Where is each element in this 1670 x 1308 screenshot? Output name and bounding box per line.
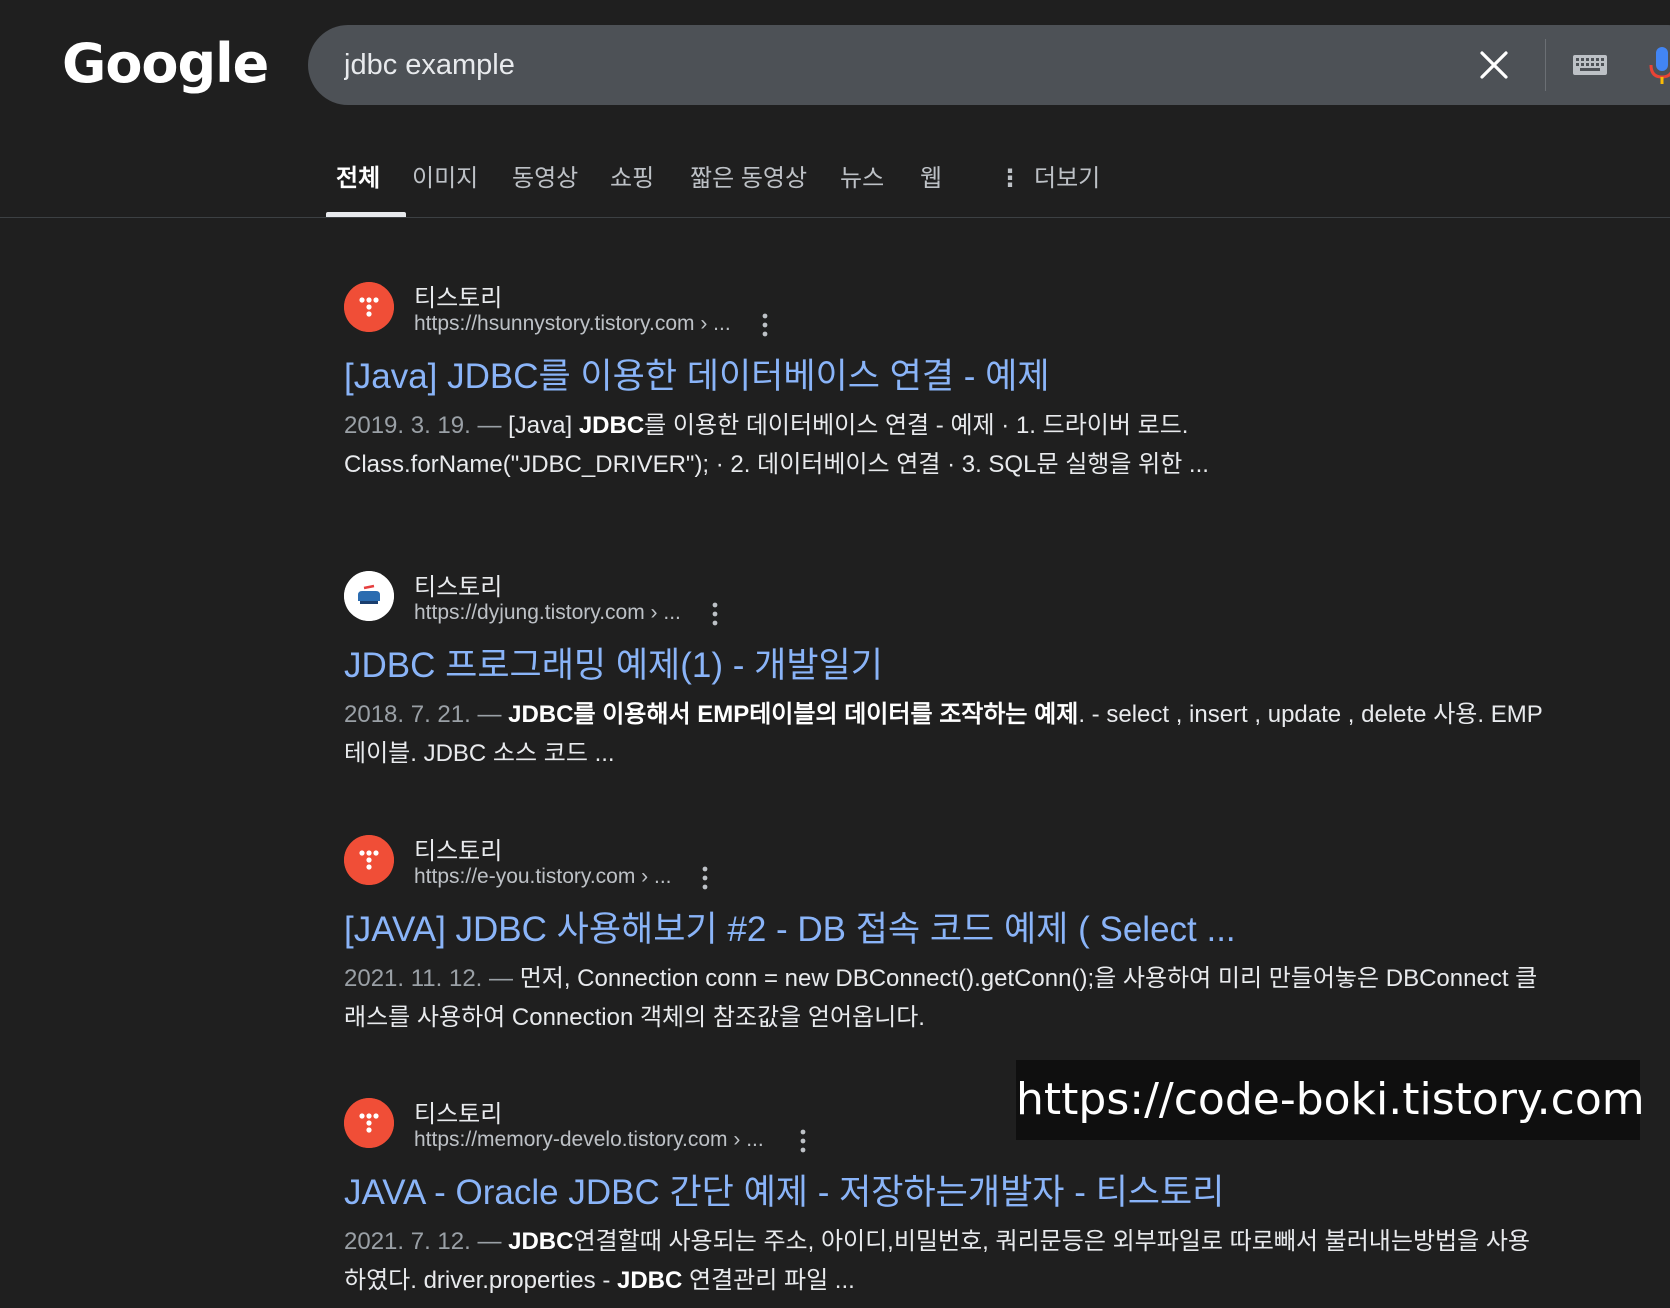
tab-all[interactable]: 전체 bbox=[336, 158, 380, 193]
result-url[interactable]: https://hsunnystory.tistory.com › ... bbox=[414, 312, 731, 336]
result-date: 2018. 7. 21. — bbox=[344, 701, 502, 728]
microphone-icon[interactable] bbox=[1648, 45, 1670, 87]
result-date: 2021. 11. 12. — bbox=[344, 965, 514, 992]
result-url[interactable]: https://e-you.tistory.com › ... bbox=[414, 865, 672, 889]
result-snippet: 2018. 7. 21. — JDBC를 이용해서 EMP테이블의 데이터를 조… bbox=[344, 695, 1544, 773]
result-snippet: 2021. 7. 12. — JDBC연결할때 사용되는 주소, 아이디,비밀번… bbox=[344, 1222, 1544, 1300]
result-snippet-text: JDBC연결할때 사용되는 주소, 아이디,비밀번호, 쿼리문등은 외부파일로 … bbox=[344, 1228, 1531, 1294]
search-bar-divider bbox=[1545, 39, 1546, 91]
result-site-name[interactable]: 티스토리 bbox=[414, 831, 502, 866]
watermark-overlay: https://code-boki.tistory.com bbox=[1016, 1060, 1645, 1140]
result-title-link[interactable]: [JAVA] JDBC 사용해보기 #2 - DB 접속 코드 예제 ( Sel… bbox=[344, 901, 1236, 952]
tistory-favicon-icon[interactable] bbox=[344, 835, 394, 885]
tab-short-videos[interactable]: 짧은 동영상 bbox=[690, 158, 807, 193]
result-snippet: 2021. 11. 12. — 먼저, Connection conn = ne… bbox=[344, 959, 1544, 1037]
result-snippet-text: 먼저, Connection conn = new DBConnect().ge… bbox=[344, 965, 1538, 1031]
search-input[interactable] bbox=[344, 47, 1364, 83]
tab-web[interactable]: 웹 bbox=[920, 158, 942, 193]
result-site-name[interactable]: 티스토리 bbox=[414, 278, 502, 313]
search-bar[interactable] bbox=[308, 25, 1670, 105]
result-url[interactable]: https://memory-develo.tistory.com › ... bbox=[414, 1128, 764, 1152]
result-date: 2021. 7. 12. — bbox=[344, 1228, 502, 1255]
vertical-dots-icon[interactable] bbox=[760, 312, 770, 338]
result-snippet-text: JDBC를 이용해서 EMP테이블의 데이터를 조작하는 예제. - selec… bbox=[344, 701, 1543, 767]
dyjung-favicon-icon[interactable] bbox=[344, 571, 394, 621]
result-site-name[interactable]: 티스토리 bbox=[414, 1094, 502, 1129]
vertical-dots-icon[interactable] bbox=[798, 1128, 808, 1154]
vertical-dots-icon[interactable] bbox=[710, 601, 720, 627]
tab-videos[interactable]: 동영상 bbox=[512, 158, 578, 193]
tistory-favicon-icon[interactable] bbox=[344, 282, 394, 332]
result-title-link[interactable]: [Java] JDBC를 이용한 데이터베이스 연결 - 예제 bbox=[344, 348, 1050, 399]
result-title-link[interactable]: JAVA - Oracle JDBC 간단 예제 - 저장하는개발자 - 티스토… bbox=[344, 1164, 1224, 1215]
result-snippet: 2019. 3. 19. — [Java] JDBC를 이용한 데이터베이스 연… bbox=[344, 406, 1544, 484]
result-title-link[interactable]: JDBC 프로그래밍 예제(1) - 개발일기 bbox=[344, 637, 883, 688]
result-site-name[interactable]: 티스토리 bbox=[414, 567, 502, 602]
keyboard-icon[interactable] bbox=[1572, 53, 1608, 77]
tab-shopping[interactable]: 쇼핑 bbox=[610, 158, 654, 193]
vertical-dots-icon[interactable] bbox=[700, 865, 710, 891]
google-logo[interactable]: Google bbox=[62, 32, 269, 95]
vertical-dots-icon: ⋮ bbox=[998, 165, 1022, 192]
tab-images[interactable]: 이미지 bbox=[412, 158, 478, 193]
tab-news[interactable]: 뉴스 bbox=[840, 158, 884, 193]
close-icon[interactable] bbox=[1476, 47, 1512, 83]
tab-more-label: 더보기 bbox=[1034, 165, 1101, 192]
search-results-page: Google 전체 이미지 동영상 쇼핑 짧은 동영상 뉴스 웹 ⋮ 더보기 bbox=[0, 0, 1670, 1308]
tab-more[interactable]: ⋮ 더보기 bbox=[998, 158, 1100, 193]
tistory-favicon-icon[interactable] bbox=[344, 1098, 394, 1148]
result-date: 2019. 3. 19. — bbox=[344, 412, 502, 439]
tabs-divider bbox=[0, 217, 1670, 218]
result-url[interactable]: https://dyjung.tistory.com › ... bbox=[414, 601, 681, 625]
